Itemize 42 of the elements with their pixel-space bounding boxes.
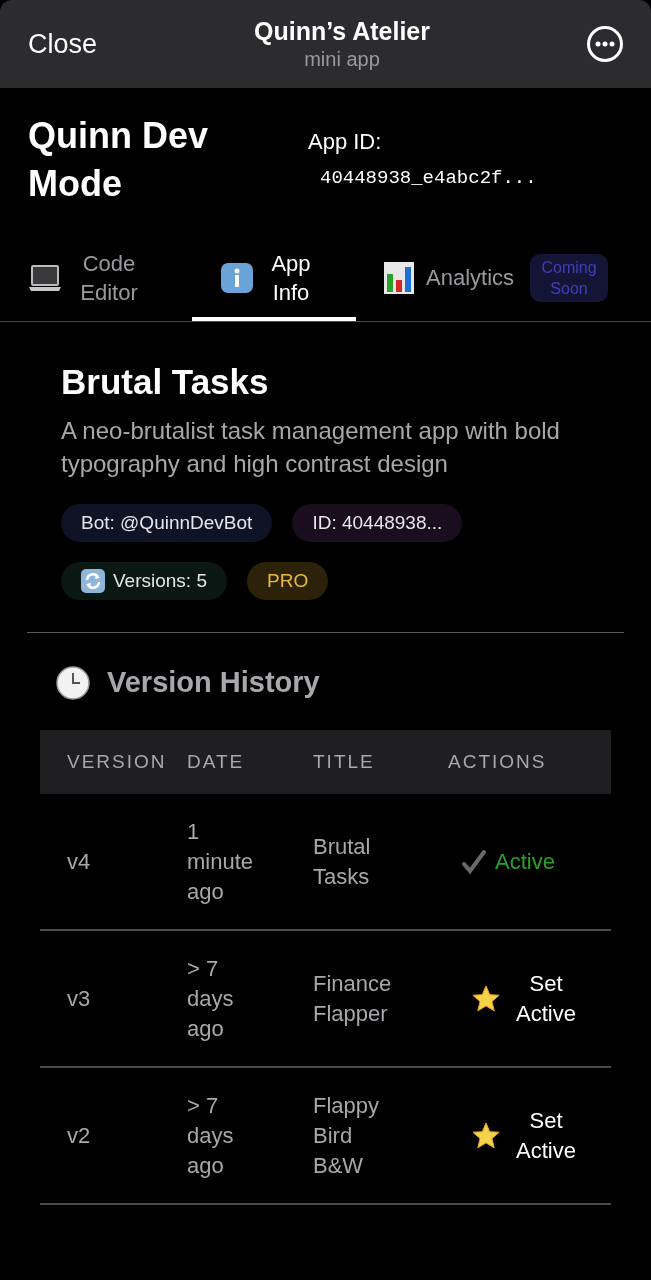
table-cell-text: Finance Flapper: [313, 969, 393, 1028]
table-cell-text: Flappy Bird B&W: [313, 1091, 381, 1180]
pro-badge: PRO: [247, 561, 329, 600]
tag: Bot: @QuinnDevBot: [61, 503, 273, 542]
tag: ID: 40448938...: [292, 503, 463, 542]
clock-icon: [55, 664, 91, 701]
column-header: VERSION: [67, 751, 167, 772]
tab[interactable]: App Info: [192, 238, 356, 321]
column-header: ACTIONS: [448, 751, 547, 772]
page-title: Quinn Dev Mode: [28, 114, 210, 206]
app-id-label: App ID:: [308, 128, 383, 156]
info-icon: [220, 261, 254, 294]
more-icon: [595, 41, 615, 47]
close-button[interactable]: Close: [28, 23, 98, 65]
star-icon: [471, 983, 501, 1014]
tab[interactable]: Analytics Coming Soon: [356, 238, 651, 321]
more-button[interactable]: [587, 26, 623, 62]
table-cell-text: 1 minute ago: [187, 817, 255, 906]
column-header: TITLE: [313, 751, 375, 772]
app-name: Brutal Tasks: [61, 361, 270, 403]
app-description: A neo-brutalist task management app with bold typography and high contrast design: [61, 415, 561, 479]
set-active-button[interactable]: Set Active: [441, 968, 579, 1029]
app-title: Quinn’s Atelier: [254, 15, 430, 47]
table-cell-text: > 7 days ago: [187, 954, 235, 1043]
table-cell-text: > 7 days ago: [187, 1091, 235, 1180]
column-header: DATE: [187, 751, 245, 772]
table-cell-text: Brutal Tasks: [313, 832, 372, 891]
app-subtitle: mini app: [304, 47, 380, 73]
table-cell: v4: [67, 849, 91, 875]
check-icon: [461, 848, 487, 875]
table-cell: v2: [67, 1123, 91, 1149]
table-cell: v3: [67, 986, 91, 1012]
app-id-value: 40448938_e4abc2f...: [319, 165, 537, 191]
coming-soon-badge: Coming Soon: [530, 253, 609, 302]
set-active-button[interactable]: Set Active: [441, 1105, 579, 1166]
bar-chart-icon: [384, 261, 414, 294]
star-icon: [471, 1120, 501, 1151]
section-title: Version History: [107, 664, 320, 700]
refresh-icon: [81, 568, 105, 593]
tab[interactable]: Code Editor: [0, 238, 192, 321]
tag-label: Versions: 5: [113, 568, 207, 593]
status-label: Active: [495, 848, 555, 877]
